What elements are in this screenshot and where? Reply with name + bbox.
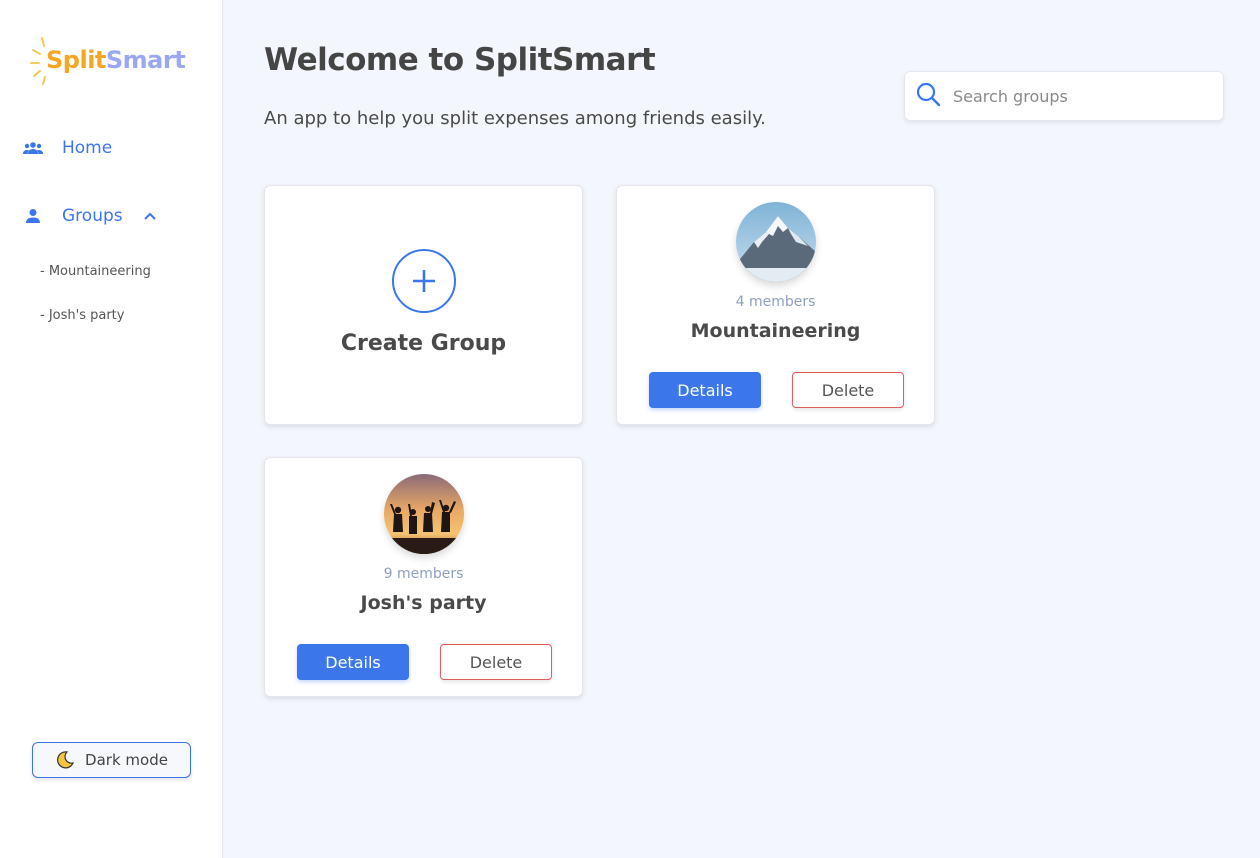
create-group-card[interactable]: Create Group (264, 185, 583, 425)
group-icon (22, 137, 44, 159)
group-name: Mountaineering (690, 320, 861, 342)
create-group-label: Create Group (340, 331, 507, 356)
dark-mode-label: Dark mode (85, 751, 168, 769)
delete-button[interactable]: Delete (440, 644, 552, 680)
sidebar: SplitSmart Home Groups - Mountaineering … (0, 0, 223, 858)
group-avatar-party (384, 474, 464, 554)
member-count: 9 members (383, 566, 464, 582)
search-input[interactable] (953, 86, 1203, 106)
sidebar-subitem-joshs-party[interactable]: - Josh's party (40, 308, 124, 323)
delete-button[interactable]: Delete (792, 372, 904, 408)
member-count: 4 members (735, 294, 816, 310)
group-name: Josh's party (360, 592, 487, 614)
details-button[interactable]: Details (649, 372, 761, 408)
search-box (904, 71, 1224, 121)
group-card-joshs-party: 9 members Josh's party Details Delete (264, 457, 583, 697)
group-card-mountaineering: 4 members Mountaineering Details Delete (616, 185, 935, 425)
moon-icon (55, 750, 75, 770)
sidebar-subitem-mountaineering[interactable]: - Mountaineering (40, 264, 151, 279)
logo-wordmark: SplitSmart (46, 46, 186, 74)
chevron-up-icon[interactable] (143, 208, 159, 224)
group-avatar-mountain (736, 202, 816, 282)
logo-smart-text: Smart (105, 46, 186, 74)
logo-split-text: Split (46, 46, 106, 74)
search-icon[interactable] (915, 81, 941, 111)
page-subtitle: An app to help you split expenses among … (264, 108, 766, 129)
app-logo[interactable]: SplitSmart (30, 36, 195, 86)
person-icon (22, 205, 44, 227)
sidebar-item-groups-label: Groups (62, 206, 123, 226)
plus-icon[interactable] (392, 249, 456, 313)
sidebar-item-home[interactable]: Home (22, 133, 112, 163)
details-button[interactable]: Details (297, 644, 409, 680)
dark-mode-toggle[interactable]: Dark mode (32, 742, 191, 778)
sidebar-item-home-label: Home (62, 138, 113, 158)
page-title: Welcome to SplitSmart (264, 42, 656, 78)
sidebar-item-groups[interactable]: Groups (22, 201, 159, 231)
